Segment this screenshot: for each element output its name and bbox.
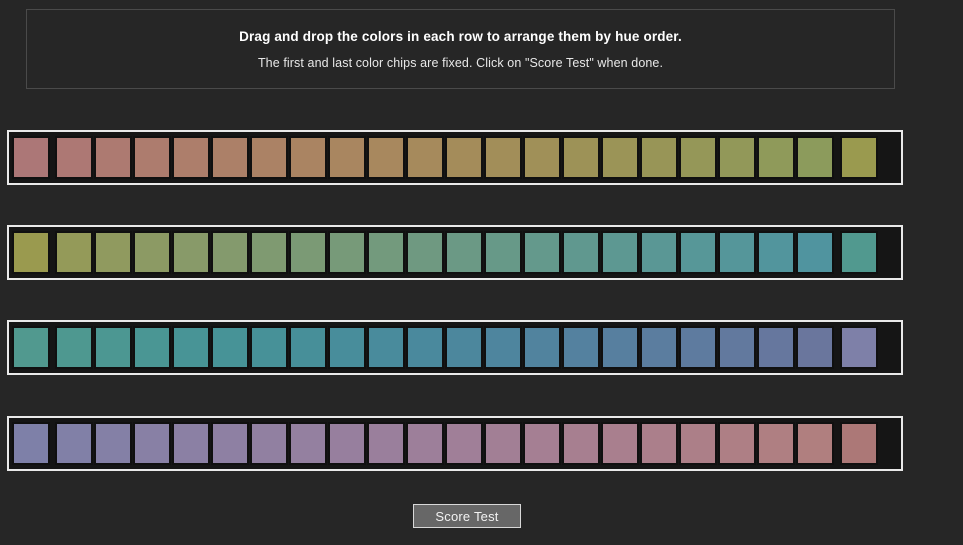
draggable-color-chip[interactable] — [328, 231, 366, 274]
draggable-color-chip[interactable] — [55, 422, 93, 465]
draggable-color-chip[interactable] — [523, 422, 561, 465]
draggable-color-chip[interactable] — [133, 422, 171, 465]
draggable-color-chip[interactable] — [757, 231, 795, 274]
chip-row-2[interactable] — [7, 225, 903, 280]
chip-row-3[interactable] — [7, 320, 903, 375]
score-test-button[interactable]: Score Test — [413, 504, 521, 528]
draggable-color-chip[interactable] — [445, 231, 483, 274]
draggable-color-chip[interactable] — [94, 136, 132, 179]
draggable-color-chip[interactable] — [289, 136, 327, 179]
draggable-color-chip[interactable] — [211, 136, 249, 179]
fixed-color-chip — [11, 231, 50, 274]
draggable-color-chip[interactable] — [679, 136, 717, 179]
draggable-color-chip[interactable] — [601, 422, 639, 465]
instruction-line-secondary: The first and last color chips are fixed… — [257, 55, 664, 70]
draggable-color-chip[interactable] — [250, 231, 288, 274]
fixed-color-chip — [839, 422, 878, 465]
draggable-color-chip[interactable] — [55, 231, 93, 274]
draggable-color-chip[interactable] — [133, 326, 171, 369]
draggable-color-chip[interactable] — [757, 136, 795, 179]
draggable-color-chip[interactable] — [367, 326, 405, 369]
draggable-color-chip[interactable] — [172, 422, 210, 465]
draggable-color-chip[interactable] — [406, 231, 444, 274]
draggable-color-chip[interactable] — [679, 422, 717, 465]
draggable-color-chip[interactable] — [172, 136, 210, 179]
draggable-color-chip[interactable] — [562, 326, 600, 369]
draggable-color-chip[interactable] — [94, 326, 132, 369]
fixed-color-chip — [839, 231, 878, 274]
draggable-color-chip[interactable] — [289, 422, 327, 465]
draggable-color-chip[interactable] — [328, 326, 366, 369]
draggable-color-chip[interactable] — [484, 326, 522, 369]
draggable-color-chip[interactable] — [718, 422, 756, 465]
draggable-color-chip[interactable] — [94, 422, 132, 465]
draggable-color-chip[interactable] — [328, 422, 366, 465]
draggable-color-chip[interactable] — [757, 422, 795, 465]
draggable-color-chip[interactable] — [523, 326, 561, 369]
fixed-color-chip — [11, 422, 50, 465]
draggable-color-chip[interactable] — [445, 136, 483, 179]
draggable-color-chip[interactable] — [640, 422, 678, 465]
draggable-color-chip[interactable] — [796, 326, 834, 369]
draggable-color-chip[interactable] — [406, 422, 444, 465]
draggable-color-chip[interactable] — [484, 231, 522, 274]
instruction-line-primary: Drag and drop the colors in each row to … — [239, 28, 682, 44]
draggable-color-chip[interactable] — [55, 136, 93, 179]
draggable-color-chip[interactable] — [55, 326, 93, 369]
draggable-color-chip[interactable] — [640, 231, 678, 274]
draggable-color-chip[interactable] — [523, 231, 561, 274]
draggable-color-chip[interactable] — [796, 422, 834, 465]
draggable-color-chip[interactable] — [679, 231, 717, 274]
draggable-color-chip[interactable] — [289, 231, 327, 274]
draggable-color-chip[interactable] — [211, 422, 249, 465]
draggable-color-chip[interactable] — [523, 136, 561, 179]
draggable-color-chip[interactable] — [367, 422, 405, 465]
draggable-color-chip[interactable] — [445, 326, 483, 369]
fixed-color-chip — [11, 136, 50, 179]
draggable-color-chip[interactable] — [328, 136, 366, 179]
draggable-color-chip[interactable] — [640, 326, 678, 369]
draggable-color-chip[interactable] — [250, 136, 288, 179]
draggable-color-chip[interactable] — [172, 231, 210, 274]
draggable-color-chip[interactable] — [406, 136, 444, 179]
draggable-color-chip[interactable] — [289, 326, 327, 369]
draggable-color-chip[interactable] — [601, 231, 639, 274]
fixed-color-chip — [839, 136, 878, 179]
draggable-color-chip[interactable] — [367, 231, 405, 274]
draggable-color-chip[interactable] — [718, 326, 756, 369]
draggable-color-chip[interactable] — [601, 136, 639, 179]
draggable-color-chip[interactable] — [94, 231, 132, 274]
draggable-color-chip[interactable] — [718, 231, 756, 274]
draggable-color-chip[interactable] — [484, 136, 522, 179]
draggable-color-chip[interactable] — [445, 422, 483, 465]
draggable-color-chip[interactable] — [757, 326, 795, 369]
draggable-color-chip[interactable] — [562, 422, 600, 465]
draggable-color-chip[interactable] — [367, 136, 405, 179]
fixed-color-chip — [839, 326, 878, 369]
draggable-color-chip[interactable] — [406, 326, 444, 369]
instruction-panel: Drag and drop the colors in each row to … — [26, 9, 895, 89]
draggable-color-chip[interactable] — [133, 231, 171, 274]
draggable-color-chip[interactable] — [484, 422, 522, 465]
chip-row-4[interactable] — [7, 416, 903, 471]
draggable-color-chip[interactable] — [211, 231, 249, 274]
draggable-color-chip[interactable] — [601, 326, 639, 369]
draggable-color-chip[interactable] — [562, 231, 600, 274]
draggable-color-chip[interactable] — [679, 326, 717, 369]
fixed-color-chip — [11, 326, 50, 369]
draggable-color-chip[interactable] — [250, 422, 288, 465]
draggable-color-chip[interactable] — [250, 326, 288, 369]
draggable-color-chip[interactable] — [172, 326, 210, 369]
draggable-color-chip[interactable] — [796, 136, 834, 179]
draggable-color-chip[interactable] — [796, 231, 834, 274]
draggable-color-chip[interactable] — [562, 136, 600, 179]
draggable-color-chip[interactable] — [211, 326, 249, 369]
draggable-color-chip[interactable] — [718, 136, 756, 179]
chip-row-1[interactable] — [7, 130, 903, 185]
draggable-color-chip[interactable] — [133, 136, 171, 179]
draggable-color-chip[interactable] — [640, 136, 678, 179]
